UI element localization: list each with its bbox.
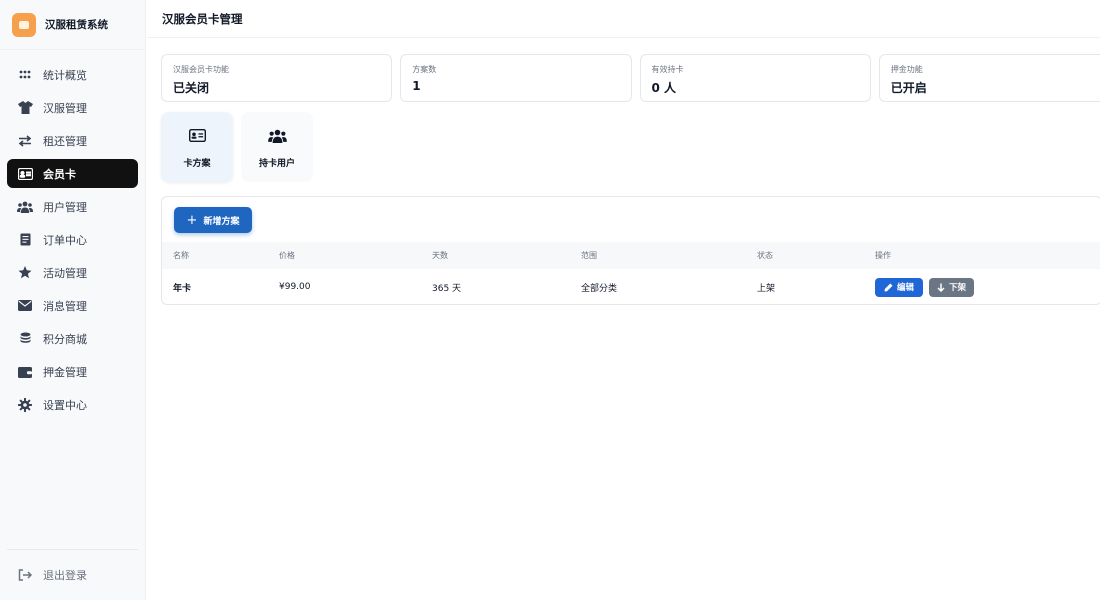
offshelf-label: 下架: [948, 283, 966, 293]
sidebar-item-membership-card[interactable]: 会员卡: [7, 159, 138, 188]
sidebar-item-hanfu[interactable]: 汉服管理: [7, 93, 138, 122]
brand-title: 汉服租赁系统: [45, 19, 108, 31]
sidebar-item-label: 订单中心: [43, 233, 87, 247]
sidebar-item-settings[interactable]: 设置中心: [7, 390, 138, 419]
stat-value: 已关闭: [173, 81, 210, 95]
cell-name: 年卡: [173, 283, 192, 294]
star-icon: [17, 265, 33, 281]
receipt-icon: [17, 232, 33, 248]
shirt-icon: [17, 100, 33, 116]
sidebar-item-activities[interactable]: 活动管理: [7, 258, 138, 287]
users-icon: [267, 126, 287, 146]
column-header-actions: 操作: [875, 251, 891, 260]
cell-actions: 编辑 下架: [875, 269, 1100, 304]
users-icon: [17, 199, 33, 215]
sidebar-item-deposit[interactable]: 押金管理: [7, 357, 138, 386]
stat-label: 有效持卡: [651, 65, 684, 74]
sidebar-item-points-mall[interactable]: 积分商城: [7, 324, 138, 353]
sidebar-item-stats[interactable]: 统计概览: [7, 60, 138, 89]
cell-price: ¥99.00: [279, 282, 311, 292]
sidebar-item-messages[interactable]: 消息管理: [7, 291, 138, 320]
logout-icon: [17, 567, 33, 583]
add-plan-label: 新增方案: [203, 216, 240, 227]
id-card-icon: [187, 126, 207, 146]
sidebar-item-users[interactable]: 用户管理: [7, 192, 138, 221]
arrow-down-icon: [937, 283, 945, 292]
sidebar-item-label: 会员卡: [43, 167, 76, 181]
envelope-icon: [17, 298, 33, 314]
column-header-status: 状态: [757, 251, 773, 260]
edit-label: 编辑: [896, 283, 914, 293]
brand-logo: [12, 12, 36, 37]
logout-button[interactable]: 退出登录: [7, 549, 138, 600]
column-header-days: 天数: [432, 251, 448, 260]
grid-dots-icon: [17, 67, 33, 83]
edit-button[interactable]: 编辑: [875, 277, 923, 297]
sidebar-item-label: 消息管理: [43, 299, 87, 313]
sidebar-item-label: 用户管理: [43, 200, 87, 214]
tab-card-plans[interactable]: 卡方案: [161, 112, 233, 182]
column-header-scope: 范围: [581, 251, 597, 260]
main-content: 汉服会员卡管理 汉服会员卡功能 已关闭 方案数 1 有效持卡 0 人 押金功能 …: [147, 0, 1100, 600]
page-title: 汉服会员卡管理: [147, 0, 1100, 38]
stat-label: 汉服会员卡功能: [173, 65, 229, 74]
id-card-icon: [17, 166, 33, 182]
sidebar-item-label: 统计概览: [43, 68, 87, 82]
sidebar-item-label: 设置中心: [43, 398, 87, 412]
plans-table: 名称 价格 天数 范围 状态 操作 年卡 ¥99.00 365 天 全部分类 上…: [162, 242, 1100, 304]
sidebar-item-orders[interactable]: 订单中心: [7, 225, 138, 254]
logout-label: 退出登录: [43, 569, 87, 582]
stats-row: 汉服会员卡功能 已关闭 方案数 1 有效持卡 0 人 押金功能 已开启: [161, 54, 1100, 102]
stat-label: 方案数: [412, 65, 437, 74]
plans-panel: + 新增方案 名称 价格 天数 范围 状态 操作 年卡 ¥99.00 365 天: [161, 196, 1100, 305]
sidebar-nav: 统计概览 汉服管理 租还管理 会员卡 用户管理 订单中心 活动管理 消息管理 积…: [0, 50, 145, 419]
brand: 汉服租赁系统: [0, 0, 145, 50]
tab-card-holders[interactable]: 持卡用户: [241, 112, 313, 182]
offshelf-button[interactable]: 下架: [929, 277, 974, 297]
add-plan-button[interactable]: + 新增方案: [174, 207, 252, 233]
stat-value: 已开启: [890, 81, 927, 95]
cell-status: 上架: [757, 283, 776, 294]
stat-card-feature: 汉服会员卡功能 已关闭: [161, 54, 393, 102]
sidebar: 汉服租赁系统 统计概览 汉服管理 租还管理 会员卡 用户管理 订单中心 活动管理…: [0, 0, 146, 600]
sidebar-item-label: 活动管理: [43, 266, 87, 280]
table-row: 年卡 ¥99.00 365 天 全部分类 上架 编辑 下架: [162, 269, 1100, 304]
stat-card-plan-count: 方案数 1: [400, 54, 632, 102]
column-header-name: 名称: [173, 251, 189, 260]
gear-icon: [17, 397, 33, 413]
swap-arrows-icon: [17, 133, 33, 149]
plus-icon: +: [186, 212, 198, 228]
sidebar-item-label: 租还管理: [43, 134, 87, 148]
sidebar-item-rental[interactable]: 租还管理: [7, 126, 138, 155]
stat-value: 0 人: [651, 81, 677, 95]
stat-card-active-holders: 有效持卡 0 人: [639, 54, 871, 102]
tab-bar: 卡方案 持卡用户: [161, 112, 313, 182]
stat-label: 押金功能: [890, 65, 923, 74]
stat-card-deposit: 押金功能 已开启: [878, 54, 1100, 102]
tab-label: 持卡用户: [258, 158, 295, 169]
sidebar-item-label: 积分商城: [43, 332, 87, 346]
sidebar-item-label: 汉服管理: [43, 101, 87, 115]
wallet-icon: [17, 364, 33, 380]
stat-value: 1: [412, 79, 421, 93]
cell-scope: 全部分类: [581, 283, 618, 294]
sidebar-item-label: 押金管理: [43, 365, 87, 379]
coins-icon: [17, 331, 33, 347]
column-header-price: 价格: [279, 251, 295, 260]
table-header-row: 名称 价格 天数 范围 状态 操作: [162, 242, 1100, 269]
pencil-icon: [884, 283, 893, 292]
tab-label: 卡方案: [183, 158, 211, 169]
cell-days: 365 天: [432, 283, 462, 294]
